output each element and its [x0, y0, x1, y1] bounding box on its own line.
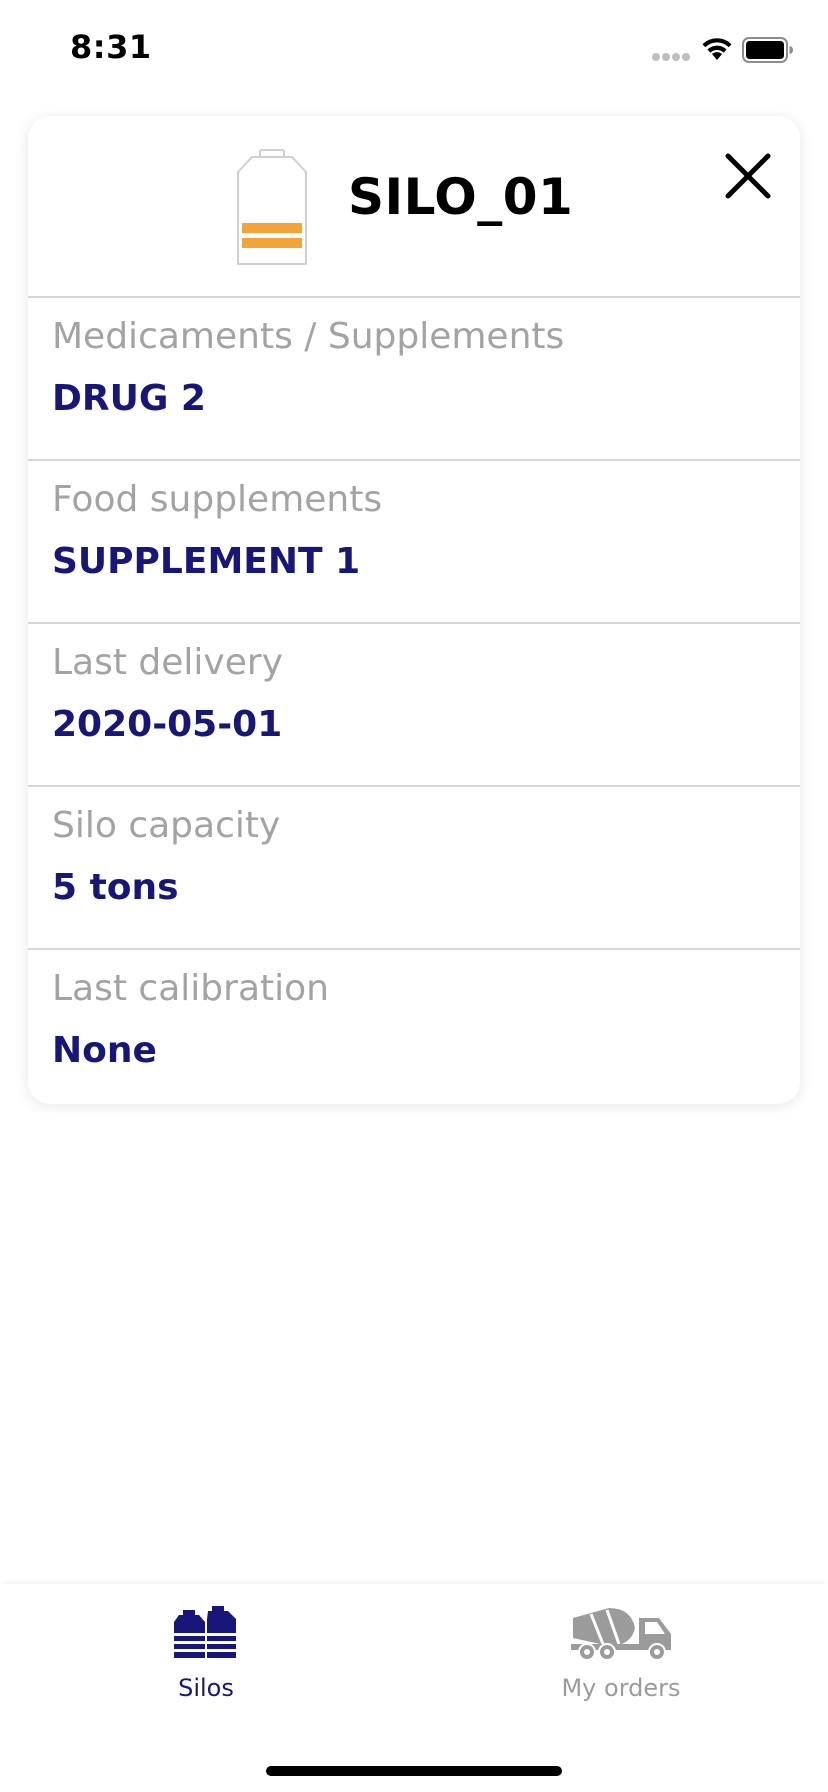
tab-silos[interactable]: Silos — [106, 1606, 306, 1706]
close-icon — [725, 153, 771, 199]
card-header: SILO_01 — [28, 116, 800, 298]
tab-my-orders[interactable]: My orders — [521, 1606, 721, 1706]
silos-icon — [174, 1606, 236, 1658]
close-button[interactable] — [716, 144, 780, 208]
battery-icon — [742, 37, 793, 63]
home-indicator — [266, 1766, 562, 1776]
medicaments-label: Medicaments / Supplements — [52, 316, 565, 357]
silo-capacity-value: 5 tons — [52, 867, 179, 908]
status-time: 8:31 — [70, 28, 152, 66]
wifi-icon — [702, 38, 732, 60]
status-bar: 8:31 — [0, 0, 828, 96]
tab-my-orders-label: My orders — [561, 1674, 681, 1702]
silo-capacity-row: Silo capacity 5 tons — [28, 787, 800, 950]
tab-bar: Silos My orders — [0, 1584, 828, 1792]
silo-capacity-label: Silo capacity — [52, 805, 281, 846]
food-supplements-value: SUPPLEMENT 1 — [52, 541, 361, 582]
medicaments-row: Medicaments / Supplements DRUG 2 — [28, 298, 800, 461]
last-delivery-value: 2020-05-01 — [52, 704, 283, 745]
cellular-signal-icon — [652, 53, 690, 61]
last-calibration-label: Last calibration — [52, 968, 329, 1009]
food-supplements-label: Food supplements — [52, 479, 383, 520]
last-calibration-value: None — [52, 1030, 157, 1071]
tab-silos-label: Silos — [178, 1674, 234, 1702]
medicaments-value: DRUG 2 — [52, 378, 206, 419]
last-delivery-label: Last delivery — [52, 642, 283, 683]
silo-detail-card: SILO_01 Medicaments / Supplements DRUG 2… — [28, 116, 800, 1104]
truck-icon — [571, 1608, 671, 1661]
food-supplements-row: Food supplements SUPPLEMENT 1 — [28, 461, 800, 624]
silo-icon — [237, 149, 307, 265]
last-calibration-row: Last calibration None — [28, 950, 800, 1104]
silo-name: SILO_01 — [348, 168, 574, 226]
last-delivery-row: Last delivery 2020-05-01 — [28, 624, 800, 787]
